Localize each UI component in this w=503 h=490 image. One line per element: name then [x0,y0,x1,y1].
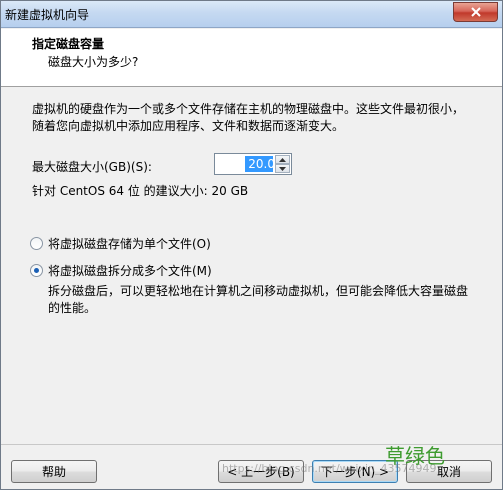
radio-single-indicator[interactable] [30,237,43,250]
window-title: 新建虚拟机向导 [5,8,90,22]
page-title: 指定磁盘容量 [32,37,105,51]
arrow-up-icon [279,157,286,162]
close-button[interactable] [453,2,498,22]
close-icon [470,7,481,17]
arrow-down-icon [279,166,286,171]
radio-single-file[interactable]: 将虚拟磁盘存储为单个文件(O) [30,235,211,252]
spin-down-button[interactable] [275,164,290,173]
split-description: 拆分磁盘后，可以更轻松地在计算机之间移动虚拟机，但可能会降低大容量磁盘的性能。 [48,284,469,315]
help-button[interactable]: 帮助 [11,460,97,483]
disk-description: 虚拟机的硬盘作为一个或多个文件存储在主机的物理磁盘中。这些文件最初很小，随着您向… [32,102,465,133]
wizard-header: 指定磁盘容量 磁盘大小为多少? [1,29,502,87]
spin-up-button[interactable] [275,155,290,164]
page-subtitle: 磁盘大小为多少? [48,55,139,69]
title-bar[interactable]: 新建虚拟机向导 [1,1,502,28]
text-watermark: 草绿色 [385,444,445,468]
disk-size-spinner[interactable] [214,153,292,175]
radio-split-label: 将虚拟磁盘拆分成多个文件(M) [48,264,212,278]
radio-split-files[interactable]: 将虚拟磁盘拆分成多个文件(M) [30,262,212,279]
radio-split-indicator[interactable] [30,264,43,277]
radio-single-label: 将虚拟磁盘存储为单个文件(O) [48,237,211,251]
wizard-window: 新建虚拟机向导 指定磁盘容量 磁盘大小为多少? 虚拟机的硬盘作为一个或多个文件存… [0,0,503,490]
disk-size-label: 最大磁盘大小(GB)(S): [32,160,152,174]
recommended-size: 针对 CentOS 64 位 的建议大小: 20 GB [32,184,249,198]
wizard-content: 虚拟机的硬盘作为一个或多个文件存储在主机的物理磁盘中。这些文件最初很小，随着您向… [1,88,502,443]
disk-size-input[interactable] [217,156,275,172]
